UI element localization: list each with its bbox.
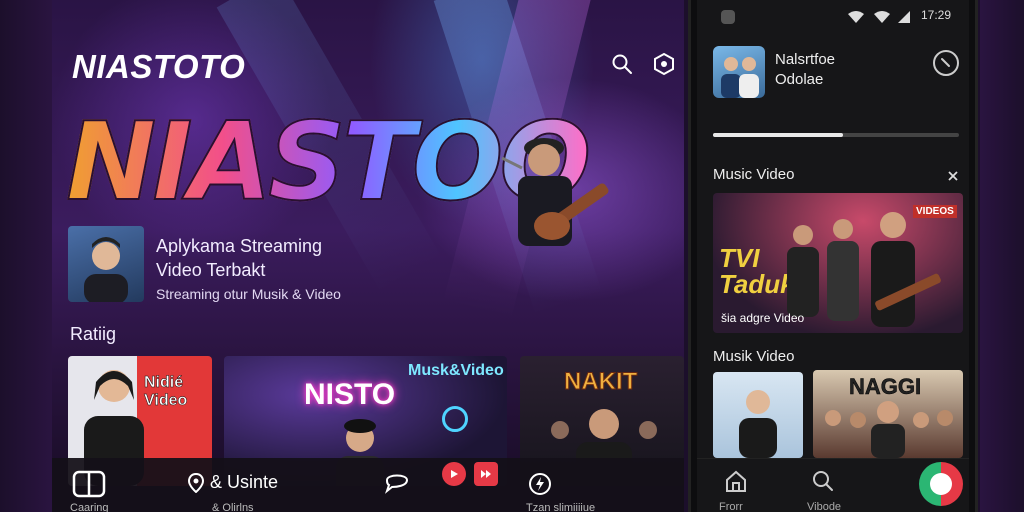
playback-progress-bar[interactable]: [713, 133, 959, 137]
musik-video-card[interactable]: [713, 372, 803, 458]
card-title: Nidié Video: [144, 374, 188, 410]
phone-screen: 17:29 Nalsrtfoe Odolae Music Video TVI T…: [697, 0, 969, 512]
search-icon[interactable]: [931, 48, 961, 78]
band-image: [787, 212, 941, 327]
nav-label-home: Frorr: [719, 501, 743, 512]
crowd-image: [825, 401, 953, 458]
section-title-rating: Ratiig: [70, 324, 117, 344]
signal-icon: [874, 11, 890, 23]
nav-item-chat[interactable]: [384, 470, 410, 494]
card-title: NISTO: [304, 378, 396, 411]
play-button[interactable]: [442, 462, 466, 486]
artist-image: [739, 390, 777, 458]
bolt-icon: [529, 473, 551, 495]
nav-item-tune[interactable]: [528, 472, 552, 496]
location-pin-icon: [188, 472, 204, 493]
card-title: NAKIT: [563, 368, 638, 396]
settings-icon[interactable]: [652, 52, 676, 76]
status-time: 17:29: [921, 8, 952, 22]
music-video-card[interactable]: TVI Taduk VIDEOS šia adgre Video: [713, 193, 963, 333]
now-playing-title-line1: Nalsrtfoe: [775, 51, 836, 68]
promo-subtitle: Streaming otur Musik & Video: [156, 286, 341, 302]
cellular-icon: [898, 11, 910, 23]
phone-frame: 17:29 Nalsrtfoe Odolae Music Video TVI T…: [688, 0, 978, 512]
record-icon: [930, 473, 952, 495]
nav-item-location-sub: & Olirlns: [212, 502, 254, 512]
card-caption: šia adgre Video: [721, 311, 805, 325]
promo-title-line2: Video Terbakt: [156, 260, 266, 280]
section-title-musik-video: Musik Video: [713, 348, 795, 365]
sidebar-toggle-icon: [72, 470, 106, 498]
app-brand-logo[interactable]: NIASTOTO: [72, 48, 245, 86]
search-icon[interactable]: [610, 52, 634, 76]
promo-avatar-image: [68, 226, 144, 302]
bottom-nav-bar: Caaring & Usinte & Olirlns Tzan slimiiii…: [52, 458, 684, 512]
now-playing-thumbnail[interactable]: [713, 46, 765, 98]
home-icon[interactable]: [725, 469, 747, 493]
nav-item-location-label: & Usinte: [210, 472, 279, 492]
nav-item-home[interactable]: [72, 470, 106, 498]
desktop-app-panel: NIASTOTO NIASTOO Aplykama Streaming Vide: [52, 0, 684, 512]
promo-title-line1: Aplykama Streaming: [156, 236, 323, 256]
status-app-icon: [721, 10, 735, 24]
now-playing-title-line2: Odolae: [775, 71, 824, 88]
musik-video-card[interactable]: NAGGI: [813, 370, 963, 458]
record-button[interactable]: [919, 462, 963, 506]
nav-item-home-label: Caaring: [70, 502, 109, 512]
now-playing-title[interactable]: Nalsrtfoe Odolae: [775, 50, 835, 90]
play-icon: [451, 470, 458, 478]
wifi-icon: [848, 11, 864, 23]
card-title: NAGGI: [849, 374, 922, 400]
nav-item-tune-label: Tzan slimiiiiue: [526, 502, 596, 512]
next-icon: [481, 470, 491, 478]
card-tag: Musk&Video: [408, 362, 504, 379]
nav-item-location[interactable]: & Usinte: [188, 472, 278, 493]
promo-banner[interactable]: Aplykama Streaming Video Terbakt Streami…: [68, 226, 341, 306]
background-right: [980, 0, 1024, 512]
disc-icon: [442, 406, 468, 432]
section-title-music-video: Music Video: [713, 166, 795, 183]
next-button[interactable]: [474, 462, 498, 486]
chat-bubble-icon: [384, 474, 409, 494]
background-left: [0, 0, 52, 512]
close-icon[interactable]: [947, 170, 959, 182]
nav-label-videos: Vibode: [807, 501, 842, 512]
hero-singer-image: [482, 118, 612, 278]
search-icon[interactable]: [811, 469, 835, 493]
playback-progress-fill: [713, 133, 844, 137]
